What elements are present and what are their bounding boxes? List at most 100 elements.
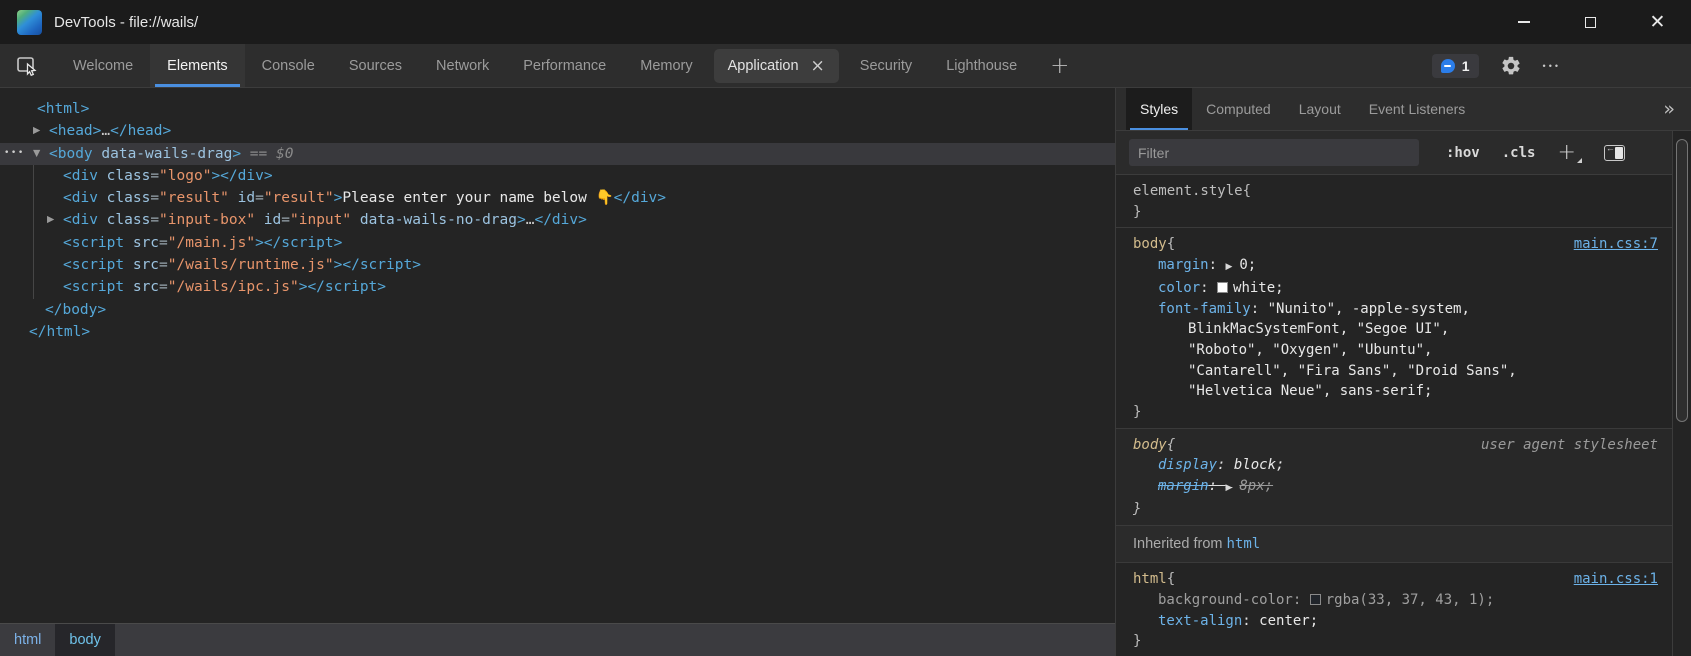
expand-arrow-down-icon[interactable]: ▼ [33, 143, 40, 165]
sidebar-tab-event-listeners[interactable]: Event Listeners [1355, 88, 1480, 130]
css-property-font-family[interactable]: font-family: "Nunito", -apple-system, [1116, 299, 1672, 320]
tree-row[interactable]: •••▼<body data-wails-drag> == $0 [0, 143, 1115, 165]
rule-selector-line[interactable]: body {user agent stylesheet [1116, 435, 1672, 456]
maximize-button[interactable] [1557, 0, 1624, 44]
tab-console[interactable]: Console [245, 44, 332, 87]
issues-count: 1 [1462, 58, 1470, 74]
sidebar-tab-styles[interactable]: Styles [1126, 88, 1192, 130]
css-property-margin[interactable]: margin: ▶0; [1116, 255, 1672, 278]
tree-row[interactable]: ▶<head>…</head> [0, 120, 1115, 142]
close-brace: } [1116, 631, 1672, 652]
more-tabs-chevron-icon[interactable]: » [1663, 88, 1691, 130]
open-brace: { [1167, 569, 1175, 590]
property-colon: : [1242, 613, 1259, 629]
tab-application[interactable]: Application× [714, 49, 839, 83]
tree-row[interactable]: ▶<div class="input-box" id="input" data-… [0, 209, 1115, 231]
open-brace: { [1243, 181, 1251, 202]
close-icon: ✕ [1650, 13, 1666, 32]
css-property-margin[interactable]: margin: ▶8px; [1116, 476, 1672, 499]
toggle-class-button[interactable]: .cls [1502, 145, 1536, 161]
css-property-color[interactable]: color: white; [1116, 278, 1672, 299]
stylesheet-link[interactable]: main.css:1 [1574, 569, 1658, 590]
sidebar-tab-layout[interactable]: Layout [1285, 88, 1355, 130]
rule-selector-line[interactable]: body { main.css:7 [1116, 234, 1672, 255]
tree-row[interactable]: <script src="/wails/ipc.js"></script> [0, 276, 1115, 298]
dock-sidebar-icon[interactable] [1604, 145, 1625, 161]
code-token-attr: data-wails-no-drag [351, 212, 517, 228]
styles-scrollbar[interactable] [1672, 131, 1691, 656]
styles-filter-input[interactable] [1129, 139, 1419, 166]
style-rule-body: body {user agent stylesheetdisplay: bloc… [1116, 429, 1672, 526]
tab-security[interactable]: Security [843, 44, 929, 87]
tab-performance[interactable]: Performance [506, 44, 623, 87]
property-value: 8px; [1239, 478, 1273, 494]
expand-arrow-right-icon[interactable]: ▶ [33, 120, 40, 142]
css-property-text-align[interactable]: text-align: center; [1116, 611, 1672, 632]
rule-selector-line[interactable]: element.style { [1116, 181, 1672, 202]
tab-sources[interactable]: Sources [332, 44, 419, 87]
more-options-icon[interactable]: ••• [1543, 61, 1561, 71]
code-token-eq: = [255, 190, 264, 206]
inspect-element-button[interactable] [10, 49, 44, 83]
property-value-wrapped: "Cantarell", "Fira Sans", "Droid Sans", [1116, 361, 1672, 382]
code-token-tag: <html> [37, 101, 89, 117]
stylesheet-link[interactable]: main.css:7 [1574, 234, 1658, 255]
tree-row[interactable]: <div class="result" id="result">Please e… [0, 187, 1115, 209]
inspect-icon [15, 54, 39, 78]
tab-close-icon[interactable]: × [811, 56, 825, 76]
css-property-background-color[interactable]: background-color: rgba(33, 37, 43, 1); [1116, 590, 1672, 611]
code-token-tag: <script [63, 235, 124, 251]
tree-row[interactable]: <div class="logo"></div> [0, 165, 1115, 187]
toolbar-right-actions: 1 ••• [1432, 54, 1691, 78]
property-value-wrapped: BlinkMacSystemFont, "Segoe UI", [1116, 319, 1672, 340]
tab-welcome[interactable]: Welcome [56, 44, 150, 87]
add-tab-button[interactable]: + [1036, 53, 1083, 79]
inherited-from-row: Inherited from html [1116, 526, 1672, 564]
code-token-attr: class [98, 168, 150, 184]
css-property-display[interactable]: display: block; [1116, 455, 1672, 476]
property-value: rgba(33, 37, 43, 1); [1326, 592, 1495, 608]
code-token-eq: = [159, 257, 168, 273]
style-rule-element-style: element.style {} [1116, 175, 1672, 228]
node-options-dots[interactable]: ••• [4, 142, 25, 164]
css-selector[interactable]: element.style [1133, 181, 1243, 202]
close-button[interactable]: ✕ [1624, 0, 1691, 44]
sidebar-tab-computed[interactable]: Computed [1192, 88, 1285, 130]
expand-longhands-icon[interactable]: ▶ [1225, 483, 1232, 493]
tree-row[interactable]: <html> [0, 98, 1115, 120]
code-token-tag: ></div> [211, 168, 272, 184]
css-selector[interactable]: body [1133, 435, 1167, 456]
tree-row[interactable]: <script src="/wails/runtime.js"></script… [0, 254, 1115, 276]
code-token-tag: <div [63, 168, 98, 184]
new-style-rule-button[interactable]: + [1557, 140, 1581, 165]
inherited-node-link[interactable]: html [1227, 536, 1261, 552]
issues-counter-button[interactable]: 1 [1432, 54, 1479, 78]
tree-row[interactable]: </body> [0, 299, 1115, 321]
tab-network[interactable]: Network [419, 44, 506, 87]
tree-row[interactable]: </html> [0, 321, 1115, 343]
tab-memory[interactable]: Memory [623, 44, 709, 87]
devtools-main: <html>▶<head>…</head>•••▼<body data-wail… [0, 88, 1691, 656]
crumb-body[interactable]: body [55, 624, 114, 656]
color-swatch[interactable] [1310, 594, 1321, 605]
rule-selector-line[interactable]: html { main.css:1 [1116, 569, 1672, 590]
crumb-html[interactable]: html [0, 624, 55, 656]
tab-lighthouse[interactable]: Lighthouse [929, 44, 1034, 87]
issues-bubble-icon [1441, 59, 1455, 73]
tab-elements[interactable]: Elements [150, 44, 244, 87]
expand-arrow-right-icon[interactable]: ▶ [47, 209, 54, 231]
scrollbar-thumb[interactable] [1676, 139, 1688, 422]
settings-gear-icon[interactable] [1500, 55, 1522, 77]
toggle-pseudo-state-button[interactable]: :hov [1446, 145, 1480, 161]
expand-longhands-icon[interactable]: ▶ [1225, 262, 1232, 272]
close-brace: } [1116, 499, 1672, 520]
open-brace: { [1167, 234, 1175, 255]
property-value: center; [1259, 613, 1318, 629]
tree-row[interactable]: <script src="/main.js"></script> [0, 232, 1115, 254]
css-selector[interactable]: body [1133, 234, 1167, 255]
style-rule-body: body { main.css:7margin: ▶0;color: white;… [1116, 228, 1672, 428]
color-swatch[interactable] [1217, 282, 1228, 293]
tab-label: Security [860, 58, 912, 74]
css-selector[interactable]: html [1133, 569, 1167, 590]
minimize-button[interactable] [1490, 0, 1557, 44]
